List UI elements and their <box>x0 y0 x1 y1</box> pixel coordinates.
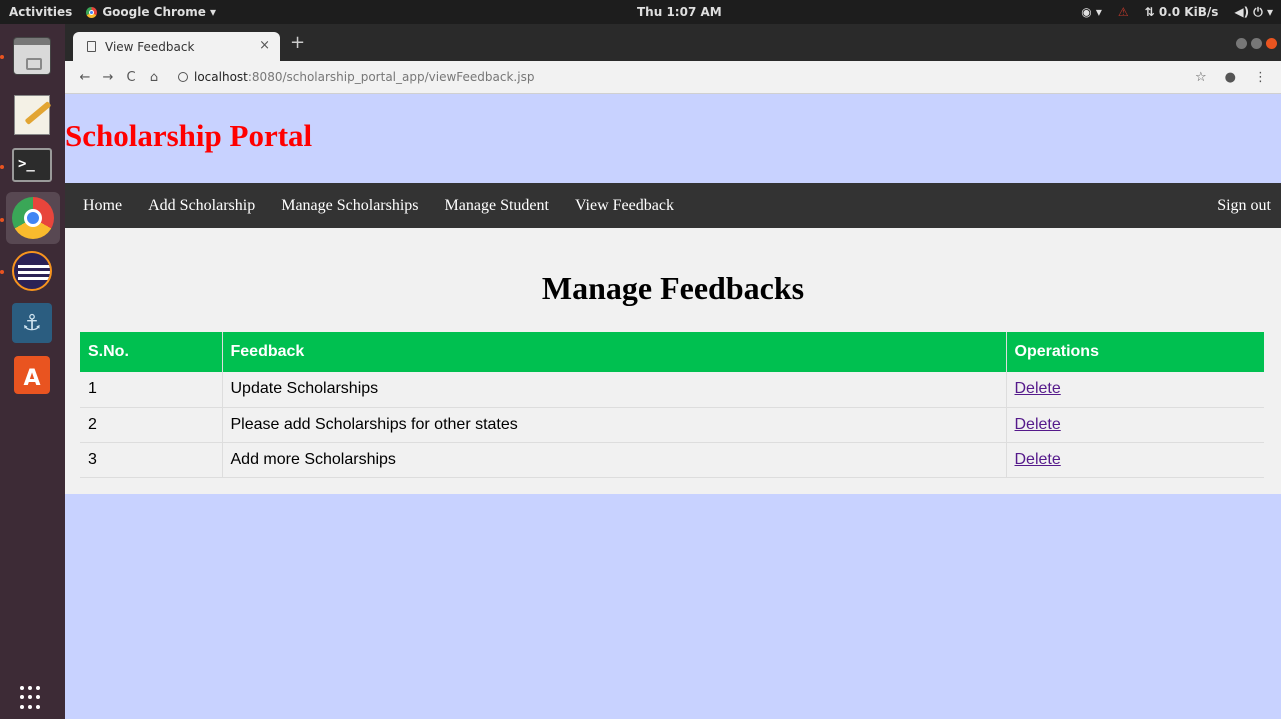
minimize-button[interactable] <box>1236 38 1247 49</box>
profile-icon[interactable]: ● <box>1225 70 1236 85</box>
terminal-icon: >_ <box>12 148 52 182</box>
dock: >_ ⚓ A <box>0 24 65 719</box>
row-sno: 2 <box>80 407 222 443</box>
nav-manage-scholarships[interactable]: Manage Scholarships <box>275 197 424 215</box>
web-page: Scholarship Portal Home Add Scholarship … <box>65 94 1281 719</box>
back-button[interactable]: ← <box>77 70 93 85</box>
document-icon <box>87 41 96 52</box>
mysql-workbench-launcher[interactable]: ⚓ <box>9 300 55 346</box>
files-launcher[interactable] <box>9 33 55 79</box>
system-tray[interactable]: ◉ ▾ ⚠ ⇅ 0.0 KiB/s ◀) ⏻ ▾ <box>1081 5 1273 20</box>
accessibility-icon[interactable]: ◉ ▾ <box>1081 5 1102 19</box>
site-info-icon[interactable] <box>178 72 188 82</box>
nav-manage-student[interactable]: Manage Student <box>439 197 555 215</box>
browser-toolbar: ← → C ⌂ localhost :8080/scholarship_port… <box>65 61 1281 94</box>
url-host: localhost <box>194 70 248 84</box>
tab-strip: View Feedback × + <box>65 24 1281 61</box>
toolbar-actions: ☆ ● ⋮ <box>1195 70 1267 85</box>
app-menu-label: Google Chrome ▾ <box>102 5 217 19</box>
running-indicator <box>0 270 4 274</box>
table-header-row: S.No. Feedback Operations <box>80 332 1264 372</box>
forward-button[interactable]: → <box>100 70 116 85</box>
terminal-launcher[interactable]: >_ <box>9 142 55 188</box>
site-navbar: Home Add Scholarship Manage Scholarships… <box>65 183 1281 228</box>
column-header-feedback: Feedback <box>221 332 1006 372</box>
system-top-bar: Activities Google Chrome ▾ Thu 1:07 AM ◉… <box>0 0 1281 24</box>
nav-sign-out[interactable]: Sign out <box>1217 197 1271 215</box>
column-header-operations: Operations <box>1005 332 1264 372</box>
row-sno: 1 <box>80 372 222 408</box>
row-sno: 3 <box>80 442 222 478</box>
site-title: Scholarship Portal <box>65 118 313 153</box>
mysql-workbench-icon: ⚓ <box>12 303 52 343</box>
eclipse-launcher[interactable] <box>9 248 55 294</box>
tab-view-feedback[interactable]: View Feedback × <box>73 32 280 61</box>
show-apps-icon[interactable] <box>20 686 44 710</box>
nav-add-scholarship[interactable]: Add Scholarship <box>142 197 261 215</box>
clock[interactable]: Thu 1:07 AM <box>637 5 722 19</box>
column-header-sno: S.No. <box>80 332 222 372</box>
new-tab-button[interactable]: + <box>290 32 305 53</box>
nav-home[interactable]: Home <box>77 197 128 215</box>
volume-power-menu[interactable]: ◀) ⏻ ▾ <box>1234 5 1273 20</box>
table-row: 2 Please add Scholarships for other stat… <box>80 407 1264 443</box>
content-panel: Manage Feedbacks S.No. Feedback Operatio… <box>65 228 1281 494</box>
page-heading: Manage Feedbacks <box>541 270 805 306</box>
home-button[interactable]: ⌂ <box>146 70 162 85</box>
chrome-icon <box>12 197 54 239</box>
row-operation: Delete <box>1005 442 1264 478</box>
running-indicator <box>0 218 4 222</box>
running-indicator <box>0 165 4 169</box>
delete-link[interactable]: Delete <box>1015 380 1061 397</box>
running-indicator <box>0 55 4 59</box>
files-icon <box>13 37 51 75</box>
eclipse-icon <box>12 251 52 291</box>
reload-button[interactable]: C <box>123 70 139 85</box>
row-feedback: Add more Scholarships <box>221 442 1006 478</box>
chrome-window: View Feedback × + ← → C ⌂ localhost :808… <box>65 24 1281 719</box>
warning-icon[interactable]: ⚠ <box>1118 5 1129 19</box>
browser-menu-icon[interactable]: ⋮ <box>1254 70 1267 85</box>
window-controls <box>1236 38 1277 49</box>
tab-title: View Feedback <box>105 39 195 54</box>
table-row: 1 Update Scholarships Delete <box>80 372 1264 408</box>
text-editor-launcher[interactable] <box>9 92 55 138</box>
delete-link[interactable]: Delete <box>1015 416 1061 433</box>
bookmark-star-icon[interactable]: ☆ <box>1195 70 1207 85</box>
close-window-button[interactable] <box>1266 38 1277 49</box>
row-operation: Delete <box>1005 372 1264 408</box>
address-bar[interactable]: localhost :8080/scholarship_portal_app/v… <box>178 70 534 84</box>
nav-view-feedback[interactable]: View Feedback <box>569 197 680 215</box>
software-center-launcher[interactable]: A <box>9 352 55 398</box>
table-row: 3 Add more Scholarships Delete <box>80 442 1264 478</box>
network-speed[interactable]: ⇅ 0.0 KiB/s <box>1145 5 1219 19</box>
text-editor-icon <box>14 95 50 135</box>
row-feedback: Update Scholarships <box>221 372 1006 408</box>
url-path: :8080/scholarship_portal_app/viewFeedbac… <box>247 70 535 84</box>
maximize-button[interactable] <box>1251 38 1262 49</box>
row-feedback: Please add Scholarships for other states <box>221 407 1006 443</box>
app-menu[interactable]: Google Chrome ▾ <box>86 5 216 19</box>
tab-close-icon[interactable]: × <box>259 38 270 53</box>
delete-link[interactable]: Delete <box>1015 451 1061 468</box>
software-center-icon: A <box>14 356 50 394</box>
row-operation: Delete <box>1005 407 1264 443</box>
feedback-table: S.No. Feedback Operations 1 Update Schol… <box>80 332 1264 478</box>
activities-button[interactable]: Activities <box>9 5 72 19</box>
chrome-launcher[interactable] <box>6 192 60 244</box>
chrome-icon <box>86 6 98 18</box>
